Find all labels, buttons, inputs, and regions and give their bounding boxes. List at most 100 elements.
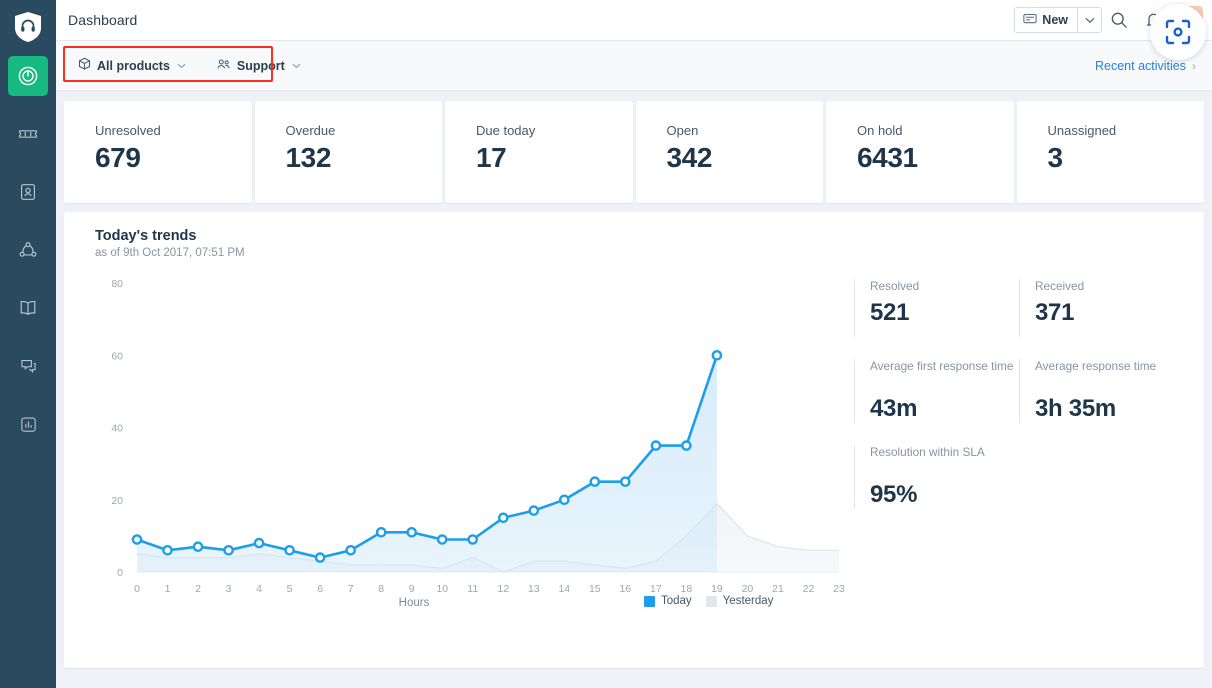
sidebar-item-reports[interactable] [8, 404, 48, 444]
chevron-down-icon [292, 61, 301, 71]
svg-text:10: 10 [436, 583, 448, 595]
svg-text:8: 8 [378, 583, 384, 595]
metric-cards: Unresolved 679 Overdue 132 Due today 17 … [64, 101, 1204, 203]
stat-placeholder [1020, 445, 1185, 509]
stat-value: 521 [870, 299, 910, 326]
svg-text:5: 5 [287, 583, 293, 595]
screen-capture-icon [1165, 19, 1191, 45]
svg-text:15: 15 [589, 583, 601, 595]
trends-stats: Resolved 521 Received 371 Average first … [854, 265, 1204, 655]
sidebar-item-dashboard[interactable] [8, 56, 48, 96]
legend-label: Yesterday [722, 595, 774, 607]
metric-card-on-hold[interactable]: On hold 6431 [826, 101, 1014, 203]
svg-text:16: 16 [620, 583, 632, 595]
metric-value: 679 [95, 142, 141, 173]
stat-label: Average first response time [870, 359, 1014, 373]
metric-label: On hold [857, 123, 903, 138]
new-button-group: New [1014, 7, 1102, 33]
sidebar-item-tickets[interactable] [8, 114, 48, 154]
svg-text:18: 18 [681, 583, 693, 595]
metric-label: Overdue [285, 123, 336, 138]
new-button-dropdown[interactable] [1077, 8, 1101, 32]
chat-bubbles-icon [18, 356, 39, 377]
svg-text:21: 21 [772, 583, 784, 595]
search-icon [1111, 12, 1127, 28]
cube-icon [78, 57, 91, 74]
metric-card-due-today[interactable]: Due today 17 [445, 101, 633, 203]
svg-text:19: 19 [711, 583, 723, 595]
svg-text:40: 40 [111, 423, 123, 435]
trends-subtitle: as of 9th Oct 2017, 07:51 PM [95, 247, 245, 259]
stats-row: Average first response time 43m Average … [854, 359, 1184, 423]
todays-trends-panel: Today's trends as of 9th Oct 2017, 07:51… [64, 212, 1204, 668]
sidebar-item-forums[interactable] [8, 346, 48, 386]
legend-item-today[interactable]: Today [644, 595, 692, 607]
trends-body: 0 20 40 60 80 0 1 2 3 4 5 6 7 8 9 10 11 12 13 14 15 16 17 18 19 2… [64, 265, 1204, 655]
svg-text:14: 14 [558, 583, 570, 595]
legend-swatch [705, 595, 717, 607]
filter-bar: All products Support Recent activities › [56, 41, 1212, 91]
metric-label: Due today [476, 123, 536, 138]
trends-title: Today's trends [95, 228, 197, 244]
recent-activities-label: Recent activities [1094, 58, 1186, 73]
bar-chart-icon [18, 414, 39, 435]
svg-text:12: 12 [497, 583, 509, 595]
svg-text:3: 3 [226, 583, 232, 595]
headset-shield-logo[interactable] [11, 10, 45, 44]
svg-text:80: 80 [111, 278, 123, 290]
stat-average-response-time: Average response time 3h 35m [1019, 359, 1184, 423]
filter-all-products[interactable]: All products [78, 57, 186, 74]
book-icon [17, 297, 39, 319]
svg-text:20: 20 [742, 583, 754, 595]
stat-label: Resolved [870, 279, 920, 293]
metric-value: 132 [285, 142, 332, 173]
stat-label: Average response time [1035, 359, 1157, 373]
svg-text:23: 23 [833, 583, 845, 595]
metric-value: 342 [666, 142, 713, 173]
filter-support-label: Support [236, 58, 285, 73]
sidebar-item-customers[interactable] [8, 230, 48, 270]
svg-text:2: 2 [195, 583, 201, 595]
filter-support[interactable]: Support [216, 58, 301, 74]
ticket-icon [17, 123, 39, 145]
stat-label: Resolution within SLA [870, 445, 985, 459]
metric-value: 17 [476, 142, 507, 173]
svg-text:6: 6 [317, 583, 323, 595]
dashboard-app: Dashboard New All products Support Recen… [0, 0, 1212, 688]
svg-text:4: 4 [256, 583, 262, 595]
new-button-label: New [1042, 13, 1068, 27]
legend-label: Today [661, 595, 692, 607]
svg-text:13: 13 [528, 583, 540, 595]
trends-chart-svg: 0204060800 1 2 3 4 5 6 7 8 9 10 11 12 13 14 15 16 17 18 19 2… [111, 278, 845, 595]
metric-value: 3 [1047, 142, 1064, 173]
metric-card-unresolved[interactable]: Unresolved 679 [64, 101, 252, 203]
recent-activities-link[interactable]: Recent activities › [1095, 59, 1196, 73]
screen-capture-button[interactable] [1150, 4, 1206, 60]
stat-label: Received [1035, 279, 1085, 293]
new-button[interactable]: New [1015, 8, 1077, 32]
search-button[interactable] [1102, 5, 1136, 35]
svg-text:0: 0 [134, 583, 140, 595]
content-area: Unresolved 679 Overdue 132 Due today 17 … [56, 91, 1212, 688]
stat-received: Received 371 [1019, 279, 1184, 337]
sidebar-item-solutions[interactable] [8, 288, 48, 328]
stats-row: Resolution within SLA 95% [854, 445, 1184, 509]
svg-text:22: 22 [803, 583, 815, 595]
stat-average-first-response-time: Average first response time 43m [854, 359, 1019, 423]
left-sidebar [0, 0, 56, 688]
chevron-down-icon [1085, 17, 1094, 23]
stats-row: Resolved 521 Received 371 [854, 279, 1184, 337]
svg-text:60: 60 [111, 350, 123, 362]
svg-text:11: 11 [467, 583, 478, 595]
network-icon [17, 239, 39, 261]
sidebar-item-contacts[interactable] [8, 172, 48, 212]
metric-card-unassigned[interactable]: Unassigned 3 [1016, 101, 1204, 203]
metric-value: 6431 [857, 142, 918, 173]
metric-card-overdue[interactable]: Overdue 132 [254, 101, 442, 203]
svg-text:9: 9 [409, 583, 415, 595]
stat-value: 95% [870, 481, 918, 508]
filter-all-products-label: All products [97, 58, 170, 73]
gauge-icon [17, 65, 39, 87]
legend-item-yesterday[interactable]: Yesterday [705, 595, 774, 607]
metric-card-open[interactable]: Open 342 [635, 101, 823, 203]
